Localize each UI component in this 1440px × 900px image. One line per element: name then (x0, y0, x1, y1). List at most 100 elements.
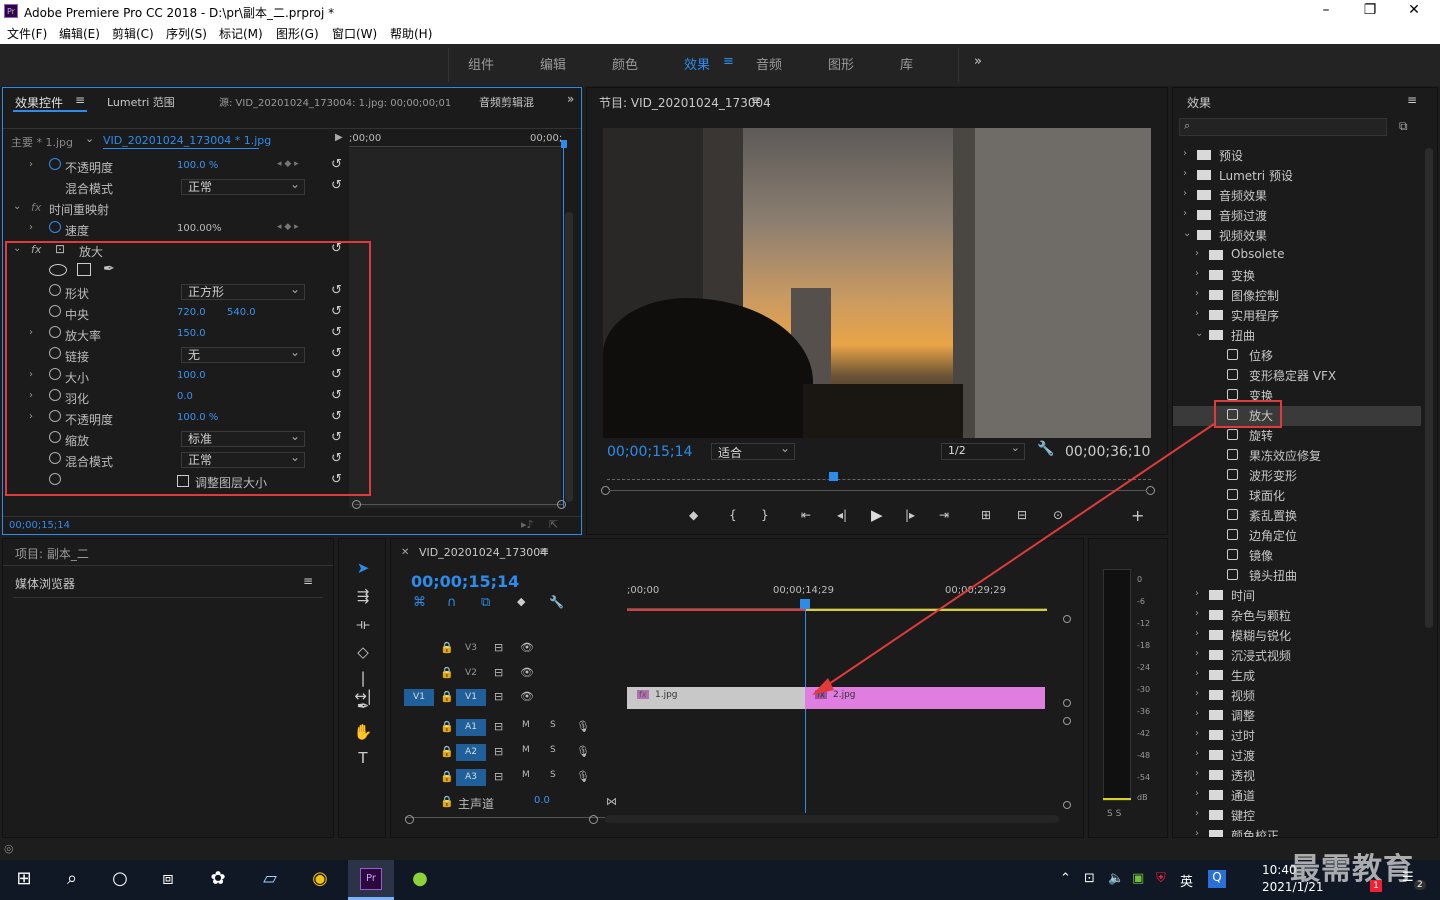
resolution-select[interactable]: 1/2 ⌄ (941, 441, 1025, 460)
track-a3-target[interactable]: A3 (456, 769, 486, 786)
disclosure-arrow-icon[interactable]: › (1195, 648, 1199, 659)
disclosure-arrow-icon[interactable]: › (1195, 608, 1199, 619)
zoom-handle[interactable] (1146, 486, 1155, 495)
track-v1-target[interactable]: V1 (456, 689, 486, 706)
panel-menu-icon[interactable]: ≡ (1407, 93, 1417, 107)
effect-item[interactable]: 镜头扭曲 (1173, 566, 1421, 586)
opacity-value[interactable]: 100.0 % (177, 160, 218, 171)
toggle-sync-icon[interactable]: ⊟ (494, 770, 503, 783)
lock-icon[interactable]: 🔒 (440, 795, 454, 808)
track-a2-target[interactable]: A2 (456, 744, 486, 761)
workspace-assembly[interactable]: 组件 (468, 54, 494, 73)
effect-item[interactable]: › 预设 (1173, 146, 1421, 166)
type-tool-icon[interactable]: T (353, 749, 373, 767)
disclosure-arrow-icon[interactable]: ⌄ (1195, 328, 1203, 339)
timeline-playhead[interactable] (800, 599, 810, 609)
menu-window[interactable]: 窗口(W) (332, 25, 377, 42)
zoom-handle[interactable] (352, 500, 361, 509)
play-audio-icon[interactable]: ▸♪ (521, 518, 534, 531)
scroll-handle[interactable] (1063, 615, 1071, 623)
new-bin-icon[interactable]: ⧉ (1399, 119, 1408, 134)
effect-item[interactable]: › 音频过渡 (1173, 206, 1421, 226)
cortana-icon[interactable]: ○ (106, 868, 134, 894)
add-marker-icon[interactable]: ◆ (689, 508, 698, 522)
timeline-ruler[interactable] (627, 601, 1047, 609)
effect-item[interactable]: › 变换 (1173, 266, 1421, 286)
wrench-icon[interactable]: 🔧 (1037, 441, 1054, 457)
track-select-tool-icon[interactable]: ⇶ (353, 587, 373, 605)
reset-icon[interactable]: ↺ (331, 178, 342, 193)
master-volume-value[interactable]: 0.0 (534, 795, 550, 806)
effect-item[interactable]: ⌄ 扭曲 (1173, 326, 1421, 346)
disclosure-arrow-icon[interactable]: › (1195, 268, 1199, 279)
play-icon[interactable]: ▶ (871, 506, 883, 524)
ime-indicator[interactable]: 英 (1180, 871, 1193, 890)
menu-edit[interactable]: 编辑(E) (59, 25, 100, 42)
disclosure-arrow-icon[interactable]: › (1195, 688, 1199, 699)
zoom-handle[interactable] (589, 815, 598, 824)
effect-item[interactable]: 紊乱置换 (1173, 506, 1421, 526)
disclosure-arrow-icon[interactable]: › (1195, 668, 1199, 679)
timeline-h-scrollbar[interactable] (605, 815, 1059, 823)
toggle-sync-icon[interactable]: ⊟ (494, 666, 503, 679)
marker-icon[interactable]: ◆ (517, 595, 525, 608)
workspace-audio[interactable]: 音频 (756, 54, 782, 73)
workspace-editing[interactable]: 编辑 (540, 54, 566, 73)
effect-item[interactable]: 波形变形 (1173, 466, 1421, 486)
network-icon[interactable]: ⊡ (1084, 871, 1095, 886)
ec-playhead[interactable] (561, 140, 567, 148)
disclosure-arrow-icon[interactable]: › (1183, 148, 1187, 159)
notifications-icon[interactable]: ☰ (1402, 870, 1414, 885)
tab-audio-clip-mixer[interactable]: 音频剪辑混 (479, 94, 534, 110)
panel-menu-icon[interactable]: ≡ (303, 574, 313, 588)
volume-icon[interactable]: 🔈 (1108, 871, 1124, 886)
track-a1-target[interactable]: A1 (456, 719, 486, 736)
menu-graphics[interactable]: 图形(G) (276, 25, 319, 42)
program-ruler[interactable] (607, 472, 1151, 480)
disclosure-arrow-icon[interactable]: › (1195, 628, 1199, 639)
track-v3-target[interactable]: V3 (456, 640, 486, 657)
effect-item[interactable]: 位移 (1173, 346, 1421, 366)
chevron-up-icon[interactable]: ⌃ (1060, 871, 1071, 886)
ripple-edit-tool-icon[interactable]: ⟛ (353, 615, 373, 633)
lock-icon[interactable]: 🔒 (440, 641, 454, 654)
extract-icon[interactable]: ⊟ (1017, 508, 1027, 522)
disclosure-arrow-icon[interactable]: ⌄ (1183, 228, 1191, 239)
effect-item[interactable]: › Obsolete (1173, 246, 1421, 266)
wrench-icon[interactable]: 🔧 (549, 595, 564, 609)
ec-timecode[interactable]: 00;00;15;14 (9, 520, 70, 531)
eye-icon[interactable]: 👁 (520, 641, 534, 654)
razor-tool-icon[interactable]: ◇ (353, 643, 373, 661)
mark-in-icon[interactable]: { (729, 508, 737, 522)
eye-icon[interactable]: 👁 (520, 690, 534, 703)
play-triangle-icon[interactable]: ▶ (335, 132, 343, 143)
disclosure-arrow-icon[interactable]: › (1195, 248, 1199, 259)
media-browser-tab[interactable]: 媒体浏览器 (15, 575, 75, 592)
disclosure-arrow-icon[interactable]: › (1183, 188, 1187, 199)
premiere-taskbar-item[interactable]: Pr (348, 860, 394, 900)
effect-item[interactable]: › 视频 (1173, 686, 1421, 706)
mute-button[interactable]: M (522, 745, 530, 755)
effect-item[interactable]: › 沉浸式视频 (1173, 646, 1421, 666)
effect-item[interactable]: › 杂色与颗粒 (1173, 606, 1421, 626)
tab-source[interactable]: 源: VID_20201024_173004: 1.jpg: 00;00;00;… (219, 94, 451, 109)
effect-item[interactable]: 镜像 (1173, 546, 1421, 566)
effect-item[interactable]: › 时间 (1173, 586, 1421, 606)
camera-icon[interactable]: ⊙ (1053, 508, 1063, 522)
toggle-sync-icon[interactable]: ⊟ (494, 641, 503, 654)
disclosure-arrow-icon[interactable]: › (1195, 828, 1199, 837)
program-current-timecode[interactable]: 00;00;15;14 (607, 444, 692, 460)
qq-icon[interactable]: Q (1208, 870, 1226, 888)
disclosure-arrow-icon[interactable]: › (1195, 788, 1199, 799)
effect-item[interactable]: › 过渡 (1173, 746, 1421, 766)
effect-item[interactable]: › 颜色校正 (1173, 826, 1421, 837)
lift-icon[interactable]: ⊞ (981, 508, 991, 522)
chrome-icon[interactable]: ◉ (306, 868, 334, 894)
timeline-title[interactable]: VID_20201024_173004 (419, 546, 547, 559)
disclosure-arrow-icon[interactable]: › (1183, 168, 1187, 179)
lock-icon[interactable]: 🔒 (440, 690, 454, 703)
effect-item[interactable]: 果冻效应修复 (1173, 446, 1421, 466)
effect-item[interactable]: › 图像控制 (1173, 286, 1421, 306)
app-icon[interactable]: ● (406, 868, 434, 894)
magnet-icon[interactable]: ∩ (447, 595, 457, 610)
